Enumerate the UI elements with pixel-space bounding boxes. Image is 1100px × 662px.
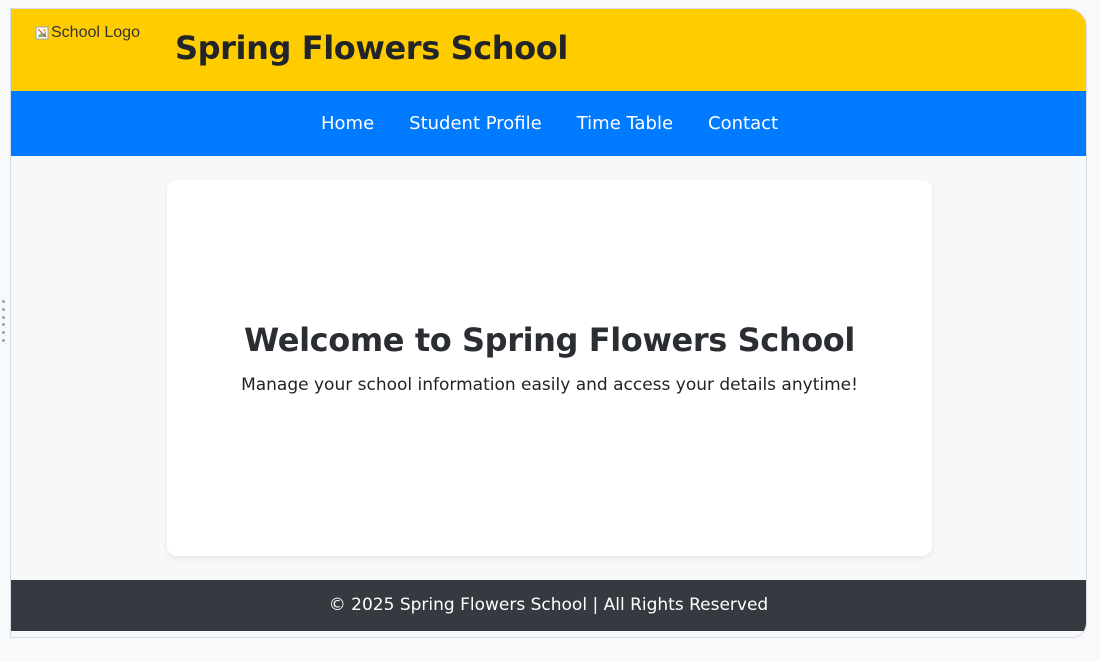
nav-link-time-table[interactable]: Time Table <box>577 113 673 134</box>
welcome-title: Welcome to Spring Flowers School <box>244 321 855 359</box>
handle-dot <box>1 307 5 311</box>
welcome-subtitle: Manage your school information easily an… <box>241 375 858 395</box>
main-navigation: Home Student Profile Time Table Contact <box>11 91 1086 156</box>
handle-dot <box>1 300 5 303</box>
footer-copyright: © 2025 Spring Flowers School | All Right… <box>328 595 769 615</box>
handle-dot <box>1 338 5 342</box>
nav-link-contact[interactable]: Contact <box>708 113 778 134</box>
handle-dot <box>1 331 5 335</box>
site-title: Spring Flowers School <box>175 29 568 67</box>
nav-link-student-profile[interactable]: Student Profile <box>409 113 542 134</box>
broken-image-icon <box>35 26 49 40</box>
nav-link-home[interactable]: Home <box>321 113 374 134</box>
site-footer: © 2025 Spring Flowers School | All Right… <box>11 580 1086 631</box>
welcome-card: Welcome to Spring Flowers School Manage … <box>167 180 932 556</box>
school-logo-alt-text: School Logo <box>51 24 140 41</box>
site-header: School Logo Spring Flowers School <box>11 9 1086 91</box>
school-logo: School Logo <box>35 24 140 42</box>
nav-list: Home Student Profile Time Table Contact <box>321 91 778 156</box>
side-panel-handle[interactable] <box>1 300 5 342</box>
handle-dot <box>1 323 5 327</box>
handle-dot <box>1 315 5 319</box>
page-frame: School Logo Spring Flowers School Home S… <box>11 9 1086 637</box>
